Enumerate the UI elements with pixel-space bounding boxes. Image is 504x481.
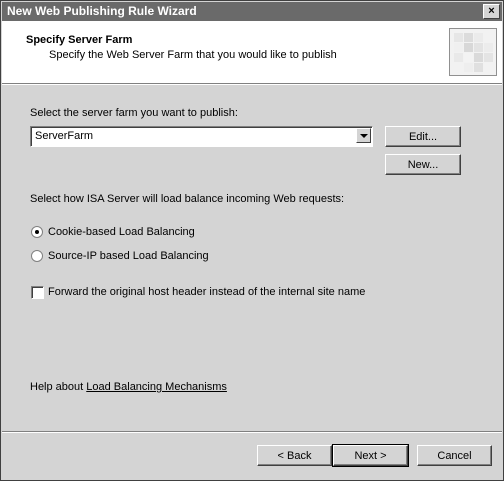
header-divider	[2, 84, 502, 85]
help-text: Help about Load Balancing Mechanisms	[30, 381, 227, 393]
page-title: Specify Server Farm	[26, 34, 133, 46]
next-button[interactable]: Next >	[332, 444, 409, 467]
source-ip-balancing-radio[interactable]	[31, 250, 43, 262]
new-button[interactable]: New...	[385, 154, 461, 175]
close-button[interactable]: ×	[483, 4, 500, 19]
server-farm-dropdown[interactable]: ServerFarm	[30, 126, 373, 147]
edit-button[interactable]: Edit...	[385, 126, 461, 147]
forward-header-checkbox[interactable]	[31, 286, 44, 299]
wizard-header: Specify Server Farm Specify the Web Serv…	[2, 21, 502, 84]
wizard-window: New Web Publishing Rule Wizard × Specify…	[0, 0, 504, 481]
cookie-balancing-radio[interactable]	[31, 226, 43, 238]
wizard-graphic-icon	[449, 28, 497, 76]
forward-header-label[interactable]: Forward the original host header instead…	[48, 286, 365, 298]
back-button[interactable]: < Back	[257, 445, 332, 466]
load-balancing-help-link[interactable]: Load Balancing Mechanisms	[86, 381, 227, 393]
cancel-button[interactable]: Cancel	[417, 445, 492, 466]
title-bar: New Web Publishing Rule Wizard ×	[2, 2, 502, 21]
page-subtitle: Specify the Web Server Farm that you wou…	[49, 49, 337, 61]
window-title: New Web Publishing Rule Wizard	[7, 4, 197, 18]
load-balance-prompt-label: Select how ISA Server will load balance …	[30, 193, 345, 205]
server-farm-value: ServerFarm	[35, 130, 94, 142]
chevron-down-icon[interactable]	[356, 128, 371, 143]
farm-prompt-label: Select the server farm you want to publi…	[30, 107, 238, 119]
cookie-balancing-label[interactable]: Cookie-based Load Balancing	[48, 226, 195, 238]
source-ip-balancing-label[interactable]: Source-IP based Load Balancing	[48, 250, 209, 262]
help-prefix: Help about	[30, 381, 87, 393]
